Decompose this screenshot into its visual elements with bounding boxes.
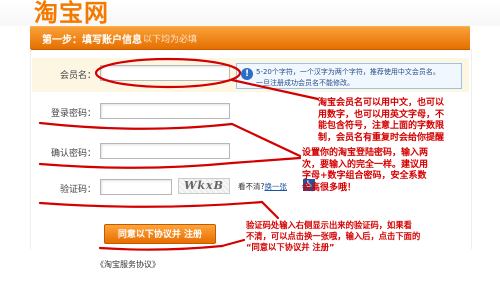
password-annotation-line: 次，要输入的完全一样。建议用 bbox=[302, 159, 429, 170]
captcha-annotation-line: 不清，可以点击换一张哦，输入后，点击下面的 bbox=[246, 231, 421, 241]
password-annotation-line: 字母+数字组合密码，安全系数 bbox=[302, 171, 427, 181]
button-arrow bbox=[220, 238, 246, 248]
captcha-annotation: 验证码处输入右侧显示出来的验证码，如果看 不清，可以点击换一张哦，输入后，点击下… bbox=[246, 220, 420, 253]
captcha-underline bbox=[38, 200, 264, 208]
username-annotation-line: 用数字，也可以用英文字母，不 bbox=[318, 109, 445, 120]
password-arrow bbox=[230, 122, 302, 158]
confirm-arrow bbox=[230, 156, 302, 165]
username-annotation-line: 淘宝会员名可以用中文，也可以 bbox=[318, 98, 445, 108]
confirm-underline bbox=[38, 161, 234, 169]
password-underline bbox=[38, 121, 234, 130]
password-annotation-line: 设置你的淘宝登陆密码，输入两 bbox=[302, 148, 429, 158]
username-arrow bbox=[230, 78, 320, 101]
button-underline bbox=[98, 244, 224, 251]
captcha-annotation-line: 验证码处输入右侧显示出来的验证码，如果看 bbox=[246, 220, 412, 230]
username-circle bbox=[94, 57, 242, 89]
password-annotation: 设置你的淘宝登陆密码，输入两 次，要输入的完全一样。建议用 字母+数字组合密码，… bbox=[302, 148, 428, 194]
password-annotation-line: 会高很多哦！ bbox=[302, 182, 357, 193]
username-annotation-line: 能包含符号，注意上面的字数限 bbox=[318, 121, 445, 131]
username-annotation: 淘宝会员名可以用中文，也可以 用数字，也可以用英文字母，不 能包含符号，注意上面… bbox=[318, 98, 444, 144]
username-annotation-line: 制，会员名有重复时会给你提醒 bbox=[318, 132, 445, 143]
captcha-arrow bbox=[260, 200, 280, 220]
captcha-annotation-line: “同意以下协议并 注册” bbox=[246, 242, 335, 252]
